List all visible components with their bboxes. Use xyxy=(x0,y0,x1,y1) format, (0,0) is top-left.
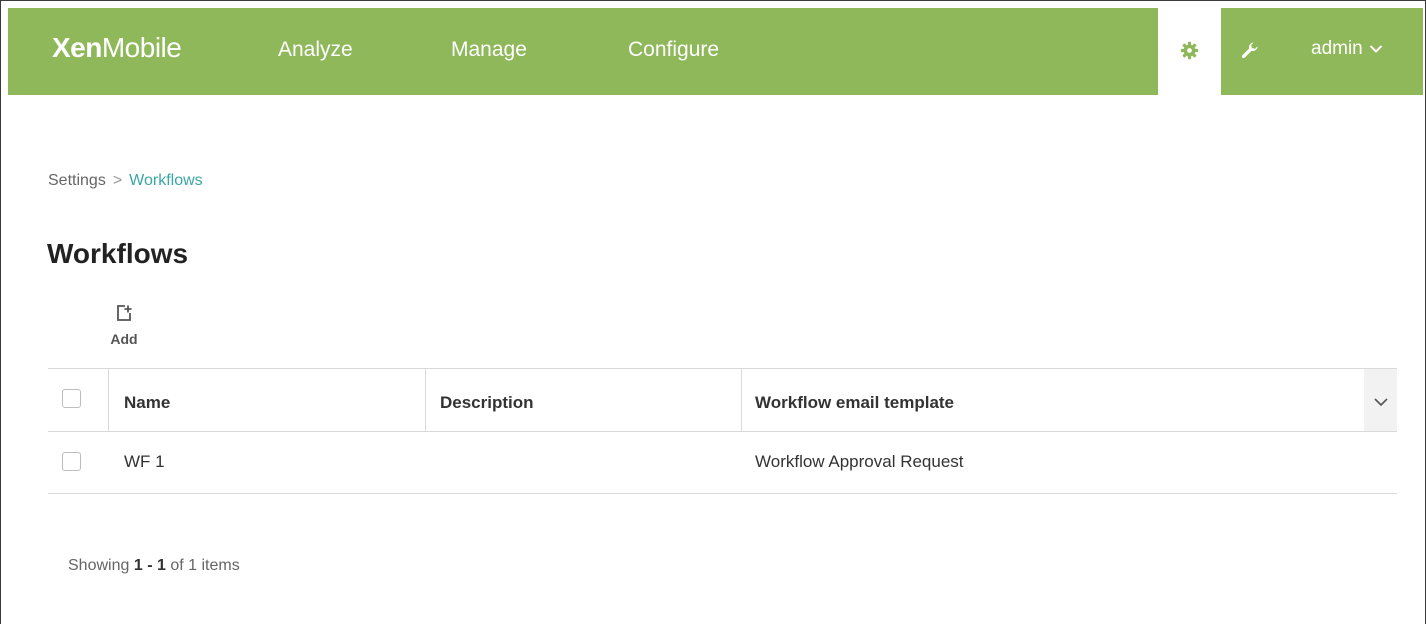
nav-analyze[interactable]: Analyze xyxy=(278,38,353,62)
nav-manage[interactable]: Manage xyxy=(451,38,527,62)
xenmobile-logo[interactable]: XenMobile xyxy=(52,32,182,64)
settings-tab[interactable] xyxy=(1158,8,1221,95)
breadcrumb-settings-link[interactable]: Settings xyxy=(48,172,106,189)
user-menu[interactable]: admin xyxy=(1311,38,1383,60)
nav-configure[interactable]: Configure xyxy=(628,38,719,62)
user-name: admin xyxy=(1311,38,1363,59)
top-navigation-bar: XenMobile Analyze Manage Configure admin xyxy=(8,8,1423,95)
column-header-description[interactable]: Description xyxy=(440,393,534,413)
workflows-table: Name Description Workflow email template… xyxy=(48,368,1397,494)
add-button-label: Add xyxy=(110,331,138,347)
column-options-button[interactable] xyxy=(1364,369,1397,431)
cell-email-template: Workflow Approval Request xyxy=(755,452,964,471)
column-divider xyxy=(108,369,109,431)
cell-name: WF 1 xyxy=(124,452,165,471)
row-checkbox[interactable] xyxy=(62,452,81,471)
chevron-down-icon xyxy=(1374,398,1388,407)
chevron-down-icon xyxy=(1369,45,1382,53)
column-divider xyxy=(425,369,426,431)
breadcrumb-workflows-link[interactable]: Workflows xyxy=(129,172,203,189)
add-button[interactable]: Add xyxy=(104,304,144,347)
column-header-name[interactable]: Name xyxy=(124,393,170,413)
breadcrumb-separator: > xyxy=(112,172,123,189)
gear-icon xyxy=(1180,41,1199,60)
wrench-icon[interactable] xyxy=(1240,41,1260,66)
table-row[interactable]: WF 1 Workflow Approval Request xyxy=(48,432,1397,494)
select-all-checkbox[interactable] xyxy=(62,389,81,408)
pagination-summary: Showing 1 - 1 of 1 items xyxy=(68,557,240,574)
column-divider xyxy=(741,369,742,431)
add-document-icon xyxy=(117,305,132,321)
page-title: Workflows xyxy=(47,238,189,269)
table-header: Name Description Workflow email template xyxy=(48,368,1397,432)
column-header-email-template[interactable]: Workflow email template xyxy=(755,393,954,413)
breadcrumb: Settings > Workflows xyxy=(48,172,203,190)
